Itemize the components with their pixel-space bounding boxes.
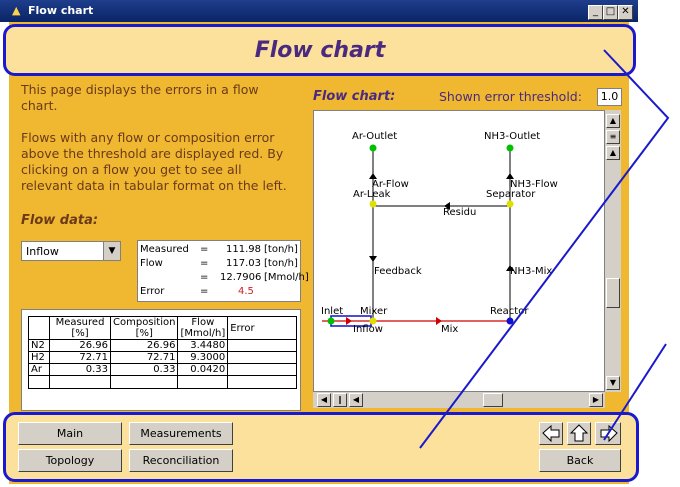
threshold-label: Shown error threshold: <box>439 89 582 104</box>
arrow-up-icon[interactable] <box>567 422 591 445</box>
info-paragraph-2: Flows with any flow or composition error… <box>21 130 311 194</box>
table-row: N2 26.96 26.96 3.4480 <box>28 339 298 352</box>
arrow-left-icon[interactable] <box>539 422 563 445</box>
flow-chart-canvas[interactable]: Ar-Outlet NH3-Outlet Ar-Flow NH3-Flow Ar… <box>313 110 605 392</box>
node-label: Mixer <box>360 306 388 317</box>
scroll-left-icon[interactable]: ◀ <box>349 393 363 407</box>
table-header: Measured [%] <box>49 316 111 340</box>
vertical-scroll-thumb[interactable] <box>606 278 620 308</box>
node-nh3-outlet[interactable] <box>506 144 514 152</box>
table-header <box>28 316 50 340</box>
reconciliation-button[interactable]: Reconciliation <box>129 449 233 472</box>
table-header: Flow [Mmol/h] <box>177 316 229 340</box>
scroll-right-icon[interactable]: ▶ <box>589 393 603 407</box>
node-ar-outlet[interactable] <box>369 144 377 152</box>
flow-diagram: Ar-Outlet NH3-Outlet Ar-Flow NH3-Flow Ar… <box>321 131 558 335</box>
main-button[interactable]: Main <box>18 422 122 445</box>
table-header-row: Measured [%] Composition [%] Flow [Mmol/h] … <box>28 316 298 340</box>
topology-button[interactable]: Topology <box>18 449 122 472</box>
horizontal-scrollbar[interactable]: ◀ ‖ ◀ ▶ <box>313 392 605 408</box>
table-row: H2 72.71 72.71 9.3000 <box>28 351 298 364</box>
info-paragraph-1: This page displays the errors in a flow … <box>21 82 311 114</box>
arrow-right-icon <box>346 317 352 325</box>
node-inlet[interactable] <box>327 317 335 325</box>
node-label: Residu <box>443 207 476 218</box>
node-reactor[interactable] <box>506 317 514 325</box>
node-label: NH3-Mix <box>510 266 552 277</box>
info-line: This page displays the errors in a flow <box>21 82 259 97</box>
close-button[interactable]: ✕ <box>618 5 633 20</box>
scroll-down-icon[interactable]: ▼ <box>606 376 620 390</box>
node-ar-leak[interactable] <box>369 200 377 208</box>
vertical-scrollbar[interactable]: ▲ ≡ ▲ ▼ <box>605 110 621 392</box>
node-label: Mix <box>441 324 458 335</box>
table-row <box>28 375 298 389</box>
page-title: Flow chart <box>254 38 386 63</box>
measurements-button[interactable]: Measurements <box>129 422 233 445</box>
scroll-up-icon[interactable]: ▲ <box>606 114 620 128</box>
node-label: Ar-Outlet <box>352 131 397 142</box>
horizontal-scroll-thumb[interactable] <box>483 393 503 407</box>
flow-chart-label: Flow chart: <box>313 89 396 104</box>
info-line: Flows with any flow or composition error <box>21 130 275 145</box>
table-header: Composition [%] <box>109 316 179 340</box>
title-bar: ▲ Flow chart _ □ ✕ <box>0 0 638 22</box>
maximize-button[interactable]: □ <box>603 5 618 20</box>
node-label: Ar-Leak <box>353 189 391 200</box>
node-separator[interactable] <box>506 200 514 208</box>
info-line: relevant data in tabular format on the l… <box>21 178 287 193</box>
threshold-input[interactable]: 1.0 <box>597 88 622 106</box>
table-header: Error <box>227 316 298 340</box>
node-label: Inlet <box>321 306 343 317</box>
node-label: Separator <box>486 189 536 200</box>
scroll-up-icon[interactable]: ▲ <box>606 146 620 160</box>
window-title: Flow chart <box>28 4 94 17</box>
flow-select[interactable]: Inflow ▼ <box>21 241 121 261</box>
back-button[interactable]: Back <box>539 449 621 472</box>
scroll-top-icon[interactable]: ≡ <box>606 130 620 144</box>
info-line: chart. <box>21 98 58 113</box>
info-line: above the threshold are displayed red. B… <box>21 146 284 161</box>
flow-select-value: Inflow <box>26 245 59 258</box>
info-line: clicking on a flow you get to see all <box>21 162 242 177</box>
arrow-right-icon[interactable] <box>595 422 621 445</box>
node-label: NH3-Outlet <box>484 131 540 142</box>
scroll-first-icon[interactable]: ‖ <box>333 393 347 407</box>
error-value: 4.5 <box>238 286 254 297</box>
node-label: Reactor <box>490 306 529 317</box>
minimize-button[interactable]: _ <box>588 5 603 20</box>
node-label: Inflow <box>353 324 383 335</box>
composition-table-box: Measured [%] Composition [%] Flow [Mmol/h] … <box>21 309 301 411</box>
measurement-box: Measured = 111.98 [ton/h] Flow = 117.03 [ton/h… <box>137 240 309 302</box>
chevron-down-icon[interactable]: ▼ <box>103 242 120 260</box>
scroll-left-icon[interactable]: ◀ <box>317 393 331 407</box>
node-label: Feedback <box>374 266 422 277</box>
composition-table: Measured [%] Composition [%] Flow [Mmol/h] … <box>28 316 298 389</box>
flow-data-label: Flow data: <box>21 213 99 228</box>
table-row: Ar 0.33 0.33 0.0420 <box>28 363 298 376</box>
app-icon: ▲ <box>12 4 21 17</box>
arrow-down-icon <box>369 256 377 262</box>
